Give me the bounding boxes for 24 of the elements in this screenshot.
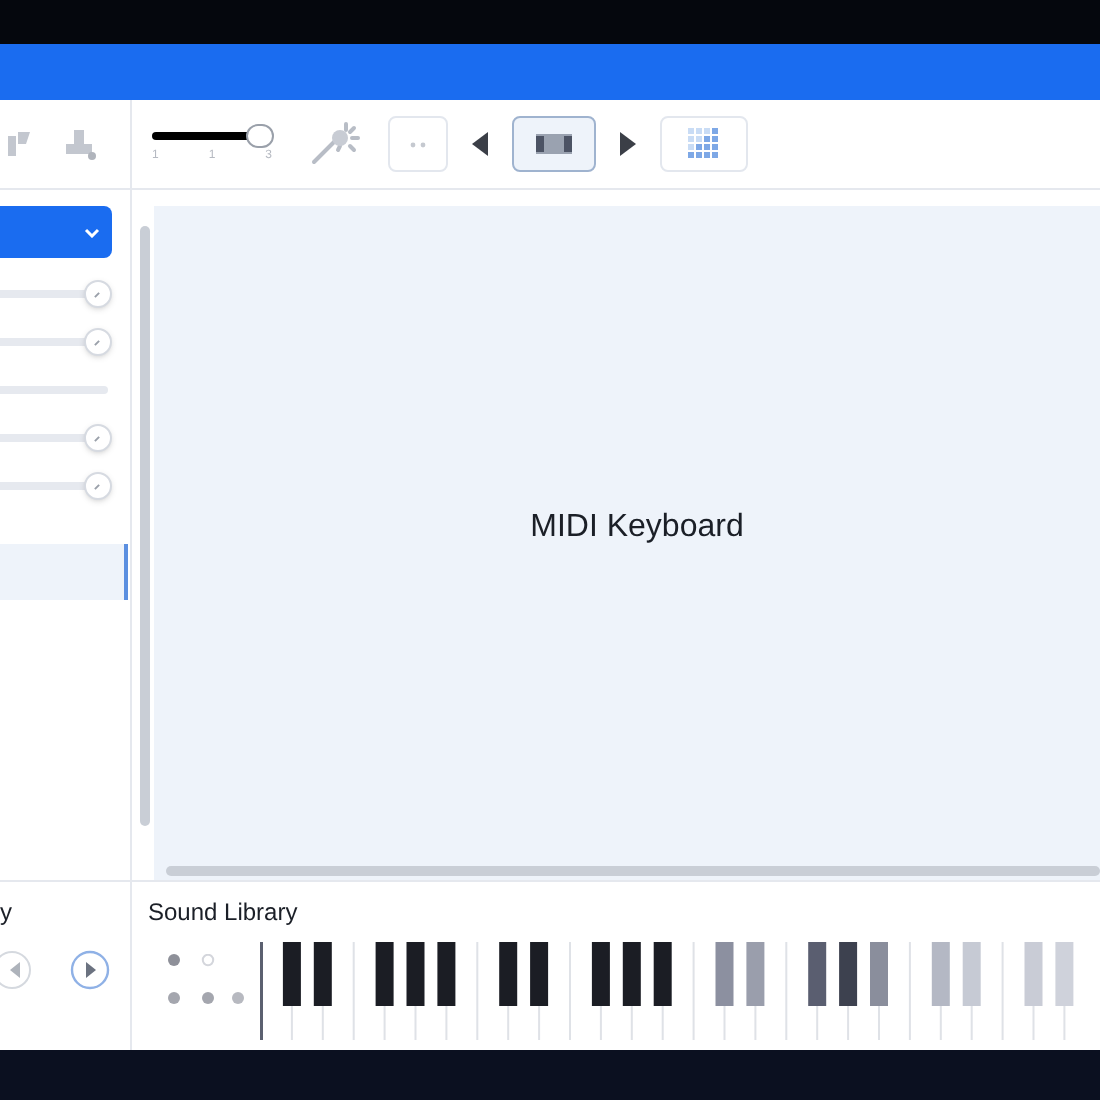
previous-icon[interactable] [472, 132, 488, 156]
film-strip-icon [536, 134, 572, 154]
panel-title: Sound Library [148, 896, 300, 930]
dropdown[interactable] [0, 206, 112, 258]
slider[interactable] [0, 328, 112, 356]
chevron-down-icon [84, 227, 100, 237]
slider[interactable] [0, 280, 112, 308]
play-button[interactable] [70, 950, 110, 990]
dot-pattern-icon [164, 954, 244, 1006]
stamp-icon[interactable] [62, 126, 98, 162]
transport-label: y [0, 896, 12, 930]
scrollbar[interactable] [166, 866, 1100, 876]
magic-wand-icon[interactable] [308, 120, 364, 168]
next-icon[interactable] [620, 132, 636, 156]
dots-icon [410, 141, 426, 147]
slider[interactable] [0, 424, 112, 452]
canvas-title: MIDI Keyboard [530, 508, 744, 548]
hand-icon[interactable] [6, 128, 34, 160]
sidebar-item[interactable] [0, 544, 128, 600]
scrollbar[interactable] [140, 226, 150, 826]
slider[interactable] [0, 472, 112, 500]
rewind-button[interactable] [0, 950, 32, 990]
view-button[interactable] [512, 116, 596, 172]
grid-icon [688, 128, 720, 160]
